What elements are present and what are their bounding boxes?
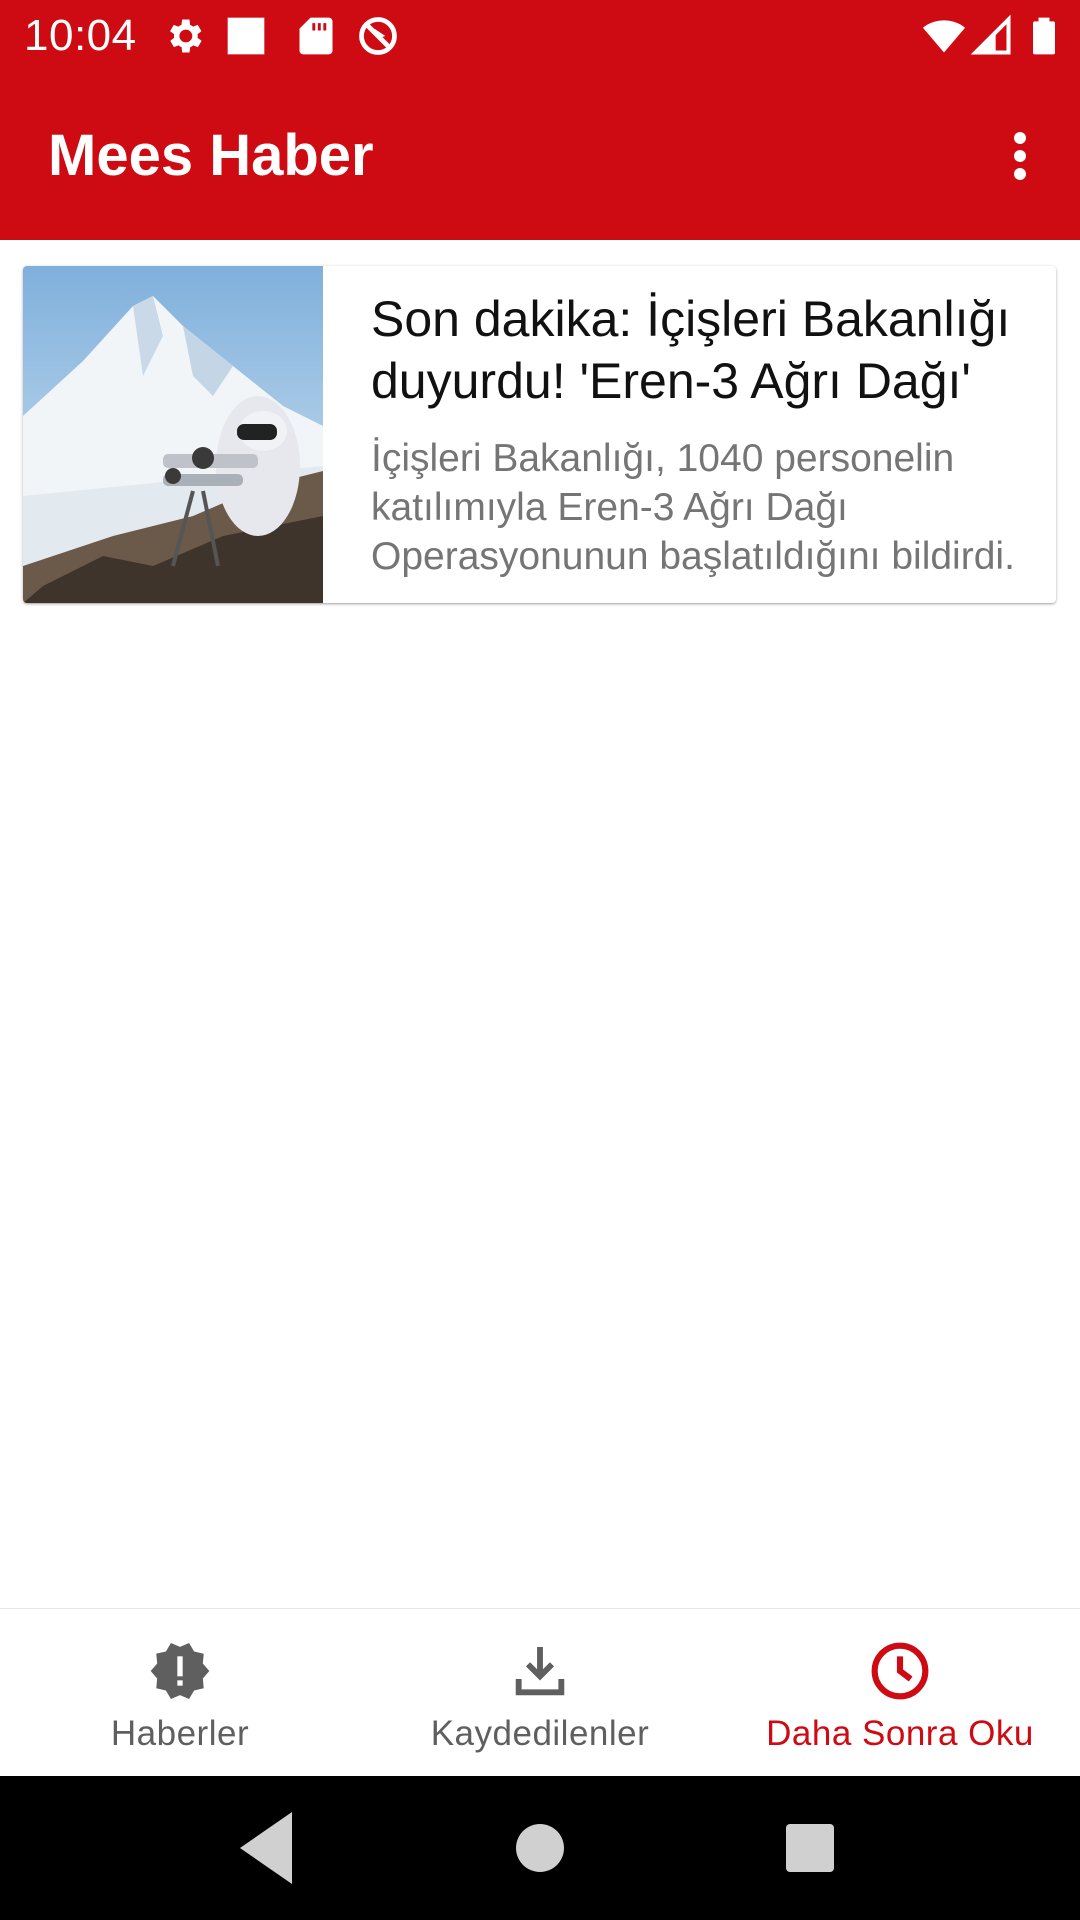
system-navigation-bar	[0, 1776, 1080, 1920]
app-bar: Mees Haber	[0, 72, 1080, 240]
back-icon[interactable]	[220, 1800, 316, 1896]
settings-icon	[170, 19, 202, 53]
nav-item-kaydedilenler[interactable]: Kaydedilenler	[360, 1609, 720, 1777]
square-notification-icon	[227, 17, 265, 55]
recents-icon[interactable]	[762, 1800, 858, 1896]
read-later-list: Son dakika: İçişleri Bakanlığı duyurdu! …	[0, 240, 1080, 1608]
download-icon	[515, 1647, 565, 1696]
bottom-navigation: Haberler Kaydedilenler Daha Sonra Oku	[0, 1608, 1080, 1777]
news-thumbnail-image	[23, 266, 323, 603]
sd-card-icon	[299, 17, 333, 55]
signal-icon	[970, 14, 1011, 55]
status-bar: 10:04	[0, 0, 1080, 72]
alert-badge-icon	[150, 1643, 210, 1699]
more-vert-icon[interactable]	[988, 124, 1052, 188]
nav-label-daha-sonra-oku: Daha Sonra Oku	[766, 1714, 1034, 1753]
app-title: Mees Haber	[48, 123, 374, 188]
nav-label-haberler: Haberler	[110, 1714, 250, 1753]
nav-label-kaydedilenler: Kaydedilenler	[430, 1714, 650, 1753]
home-icon[interactable]	[492, 1800, 588, 1896]
news-title: Son dakika: İçişleri Bakanlığı duyurdu! …	[371, 291, 1011, 409]
news-card[interactable]: Son dakika: İçişleri Bakanlığı duyurdu! …	[23, 266, 1056, 603]
news-summary: İçişleri Bakanlığı, 1040 personelin katı…	[371, 437, 1015, 578]
nav-item-daha-sonra-oku[interactable]: Daha Sonra Oku	[720, 1609, 1080, 1777]
status-time: 10:04	[24, 11, 137, 60]
clock-icon	[871, 1642, 929, 1700]
battery-icon	[1033, 17, 1055, 55]
nav-item-haberler[interactable]: Haberler	[0, 1609, 360, 1777]
do-not-disturb-icon	[359, 17, 397, 55]
wifi-icon	[922, 20, 966, 53]
